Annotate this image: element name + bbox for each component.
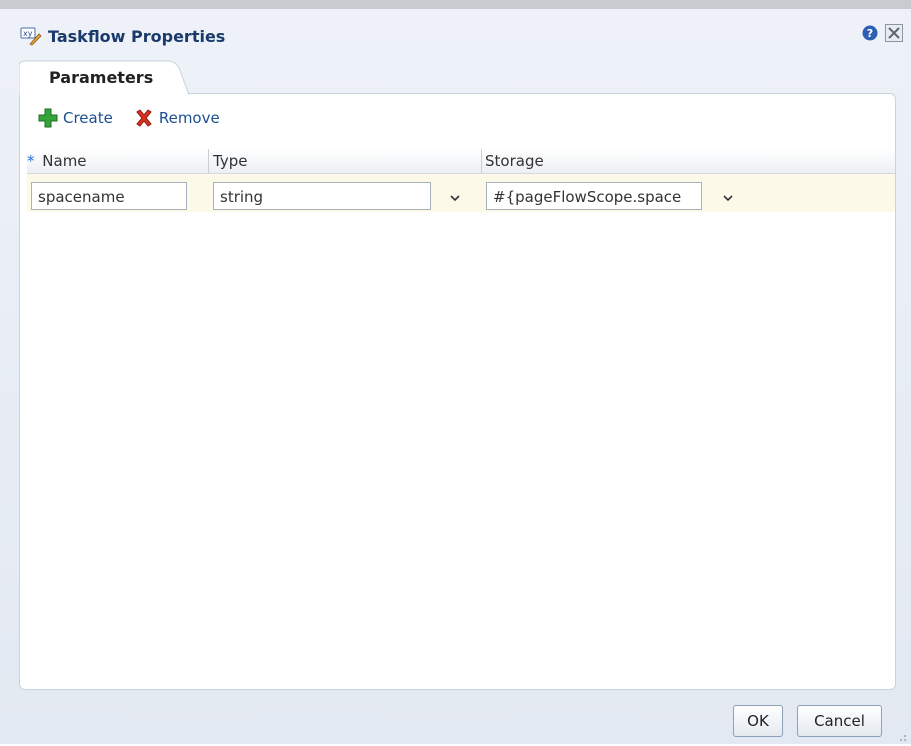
xy-edit-icon: xy — [20, 26, 42, 46]
storage-field[interactable]: #{pageFlowScope.space — [486, 182, 702, 210]
tab-parameters-label: Parameters — [49, 68, 154, 87]
close-icon[interactable] — [885, 24, 903, 42]
svg-text:xy: xy — [23, 29, 33, 38]
required-marker: * — [27, 152, 35, 170]
column-header-name[interactable]: * Name — [27, 149, 209, 173]
ok-button[interactable]: OK — [733, 705, 783, 737]
column-header-type[interactable]: Type — [209, 149, 482, 173]
type-field[interactable]: string — [213, 182, 431, 210]
plus-icon — [38, 108, 58, 128]
create-button[interactable]: Create — [37, 107, 113, 129]
svg-text:?: ? — [867, 27, 873, 40]
tab-parameters[interactable]: Parameters — [19, 60, 189, 95]
remove-button[interactable]: Remove — [133, 107, 220, 129]
taskflow-properties-dialog: xy Taskflow Properties ? Parameters Crea… — [0, 0, 911, 744]
column-header-type-label: Type — [213, 152, 248, 170]
column-header-name-label: Name — [42, 152, 87, 170]
type-dropdown-chevron-down-icon[interactable] — [448, 190, 462, 204]
table-toolbar: Create Remove — [37, 106, 240, 130]
column-header-storage-label: Storage — [485, 152, 544, 170]
resize-grip-icon[interactable] — [895, 727, 907, 741]
table-row[interactable]: spacename string #{pageFlowScope.space — [27, 174, 895, 212]
cancel-button[interactable]: Cancel — [797, 705, 882, 737]
column-header-storage[interactable]: Storage — [483, 149, 894, 173]
storage-dropdown-chevron-down-icon[interactable] — [721, 190, 735, 204]
dialog-title: Taskflow Properties — [48, 26, 226, 46]
help-icon[interactable]: ? — [862, 25, 878, 41]
table-header: * Name Type Storage — [27, 149, 895, 174]
window-top-border — [0, 0, 911, 9]
name-field[interactable]: spacename — [31, 182, 187, 210]
remove-button-label: Remove — [158, 109, 220, 127]
remove-x-icon — [136, 109, 152, 127]
dialog-title-bar: xy Taskflow Properties — [20, 22, 225, 50]
create-button-label: Create — [63, 109, 113, 127]
